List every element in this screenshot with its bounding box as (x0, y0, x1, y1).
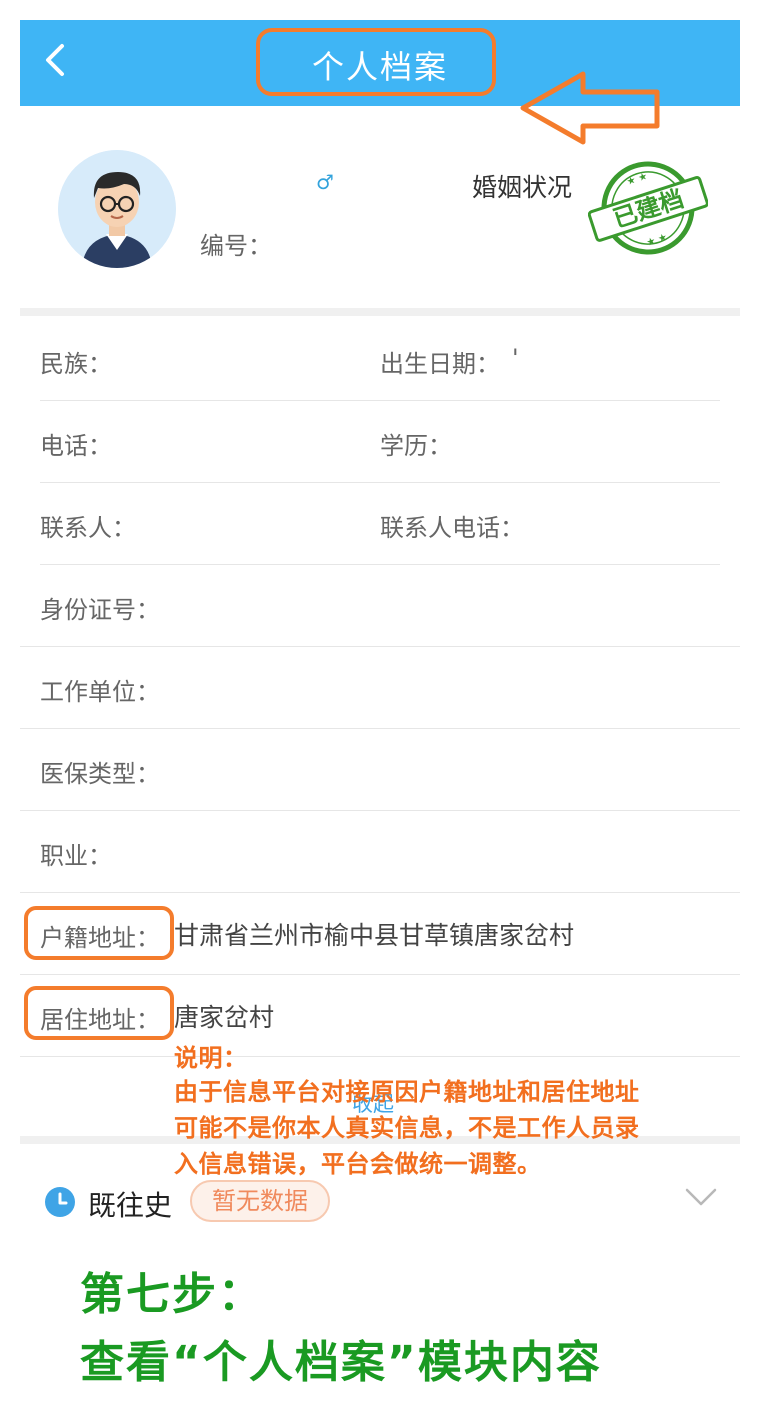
record-number-label: 编号： (200, 232, 272, 260)
explanation-line: 可能不是你本人真实信息，不是工作人员录 (174, 1114, 640, 1142)
info-row-phone-education: 电话： 学历： (20, 400, 740, 482)
workplace-label: 工作单位： (40, 678, 160, 706)
occupation-label: 职业： (40, 842, 112, 870)
id-number-label: 身份证号： (40, 596, 160, 624)
birth-date-label: 出生日期： (380, 350, 500, 378)
archived-stamp-icon: ★ ★ ★ ★ 已建档 (588, 161, 708, 255)
insurance-type-label: 医保类型： (40, 760, 160, 788)
row-divider (20, 1056, 740, 1057)
step-heading: 第七步： (80, 1269, 264, 1320)
info-row-contact: 联系人： 联系人电话： (20, 482, 740, 564)
info-row-id-number: 身份证号： (20, 564, 740, 646)
explanation-line: 入信息错误，平台会做统一调整。 (174, 1150, 542, 1178)
info-row-occupation: 职业： (20, 810, 740, 892)
info-row-ethnicity-birth: 民族： 出生日期： ' (20, 318, 740, 400)
residence-address-value: 唐家岔村 (174, 1003, 275, 1032)
avatar (58, 150, 176, 268)
ethnicity-label: 民族： (40, 350, 112, 378)
explanation-title: 说明： (174, 1044, 248, 1072)
household-highlight-box (24, 906, 174, 960)
household-address-value: 甘肃省兰州市榆中县甘草镇唐家岔村 (174, 921, 575, 950)
clock-icon (45, 1187, 75, 1217)
info-row-insurance: 医保类型： (20, 728, 740, 810)
phone-label: 电话： (40, 432, 112, 460)
title-highlight-box (256, 28, 496, 96)
contact-phone-label: 联系人电话： (380, 514, 524, 542)
info-row-workplace: 工作单位： (20, 646, 740, 728)
avatar-person-icon (58, 150, 176, 268)
gender-male-icon: ♂ (316, 170, 334, 194)
svg-text:★ ★: ★ ★ (625, 171, 649, 188)
no-data-badge: 暂无数据 (190, 1180, 330, 1222)
step-description: 查看“个人档案”模块内容 (80, 1337, 602, 1388)
arrow-left-icon (520, 71, 660, 145)
explanation-line: 由于信息平台对接原因户籍地址和居住地址 (174, 1078, 640, 1106)
section-divider (20, 308, 740, 316)
education-label: 学历： (380, 432, 452, 460)
birth-date-value: ' (512, 344, 519, 372)
residence-highlight-box (24, 986, 174, 1040)
medical-history-title: 既往史 (88, 1189, 173, 1222)
contact-label: 联系人： (40, 514, 136, 542)
marriage-status-label: 婚姻状况 (472, 173, 573, 202)
chevron-down-icon[interactable] (684, 1184, 718, 1210)
